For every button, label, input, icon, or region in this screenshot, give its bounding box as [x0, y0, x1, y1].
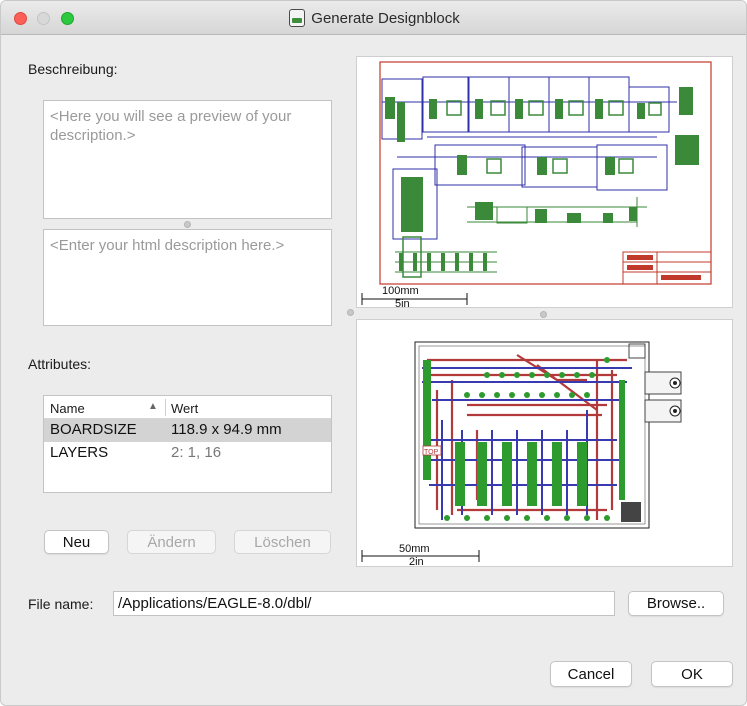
- attribute-name: LAYERS: [50, 444, 109, 461]
- attributes-table: Name ▲ Wert BOARDSIZE 118.9 x 94.9 mm LA…: [43, 395, 332, 493]
- description-label: Beschreibung:: [28, 61, 118, 77]
- description-preview-text: <Here you will see a preview of your des…: [50, 108, 292, 144]
- window-title: Generate Designblock: [311, 9, 460, 27]
- column-divider: [165, 399, 166, 416]
- preview-splitter-handle-left[interactable]: [347, 309, 354, 316]
- schematic-preview: 100mm 5in: [356, 56, 733, 308]
- board-scale-mm: 50mm: [399, 543, 430, 555]
- board-preview: TOP 50mm 2in: [356, 319, 733, 567]
- cancel-button[interactable]: Cancel: [550, 661, 632, 687]
- file-name-label: File name:: [28, 596, 94, 612]
- table-row[interactable]: BOARDSIZE 118.9 x 94.9 mm: [44, 419, 331, 442]
- description-editor-placeholder: <Enter your html description here.>: [50, 237, 285, 254]
- attributes-label: Attributes:: [28, 356, 92, 372]
- description-preview: <Here you will see a preview of your des…: [43, 100, 332, 219]
- browse-button[interactable]: Browse..: [628, 591, 724, 616]
- schematic-drawing: 100mm 5in: [361, 61, 712, 308]
- file-name-value: /Applications/EAGLE-8.0/dbl/: [118, 595, 312, 612]
- window-title-group: Generate Designblock: [1, 1, 746, 35]
- schematic-scale-mm: 100mm: [382, 285, 419, 297]
- column-header-name[interactable]: Name: [50, 401, 85, 416]
- board-drawing: TOP 50mm 2in: [361, 341, 682, 567]
- file-name-input[interactable]: /Applications/EAGLE-8.0/dbl/: [113, 591, 615, 616]
- board-scale-in: 2in: [409, 556, 424, 567]
- new-attribute-button[interactable]: Neu: [44, 530, 109, 554]
- attribute-value: 118.9 x 94.9 mm: [171, 421, 282, 438]
- description-editor[interactable]: <Enter your html description here.>: [43, 229, 332, 326]
- designblock-dialog: Generate Designblock Beschreibung: <Here…: [0, 0, 747, 706]
- preview-splitter-handle[interactable]: [540, 311, 547, 318]
- schematic-scale-in: 5in: [395, 298, 410, 308]
- edit-attribute-button[interactable]: Ändern: [127, 530, 216, 554]
- column-header-value[interactable]: Wert: [171, 401, 198, 416]
- delete-attribute-button[interactable]: Löschen: [234, 530, 331, 554]
- table-row[interactable]: LAYERS 2: 1, 16: [44, 442, 331, 465]
- board-layer-tag: TOP: [424, 449, 439, 456]
- sort-ascending-icon: ▲: [148, 401, 158, 412]
- attribute-value: 2: 1, 16: [171, 444, 222, 461]
- attributes-table-header: Name ▲ Wert: [44, 396, 331, 419]
- description-splitter-handle[interactable]: [184, 221, 191, 228]
- ok-button[interactable]: OK: [651, 661, 733, 687]
- eagle-designblock-icon: [289, 9, 306, 27]
- title-bar: Generate Designblock: [1, 1, 746, 35]
- attribute-name: BOARDSIZE: [50, 421, 137, 438]
